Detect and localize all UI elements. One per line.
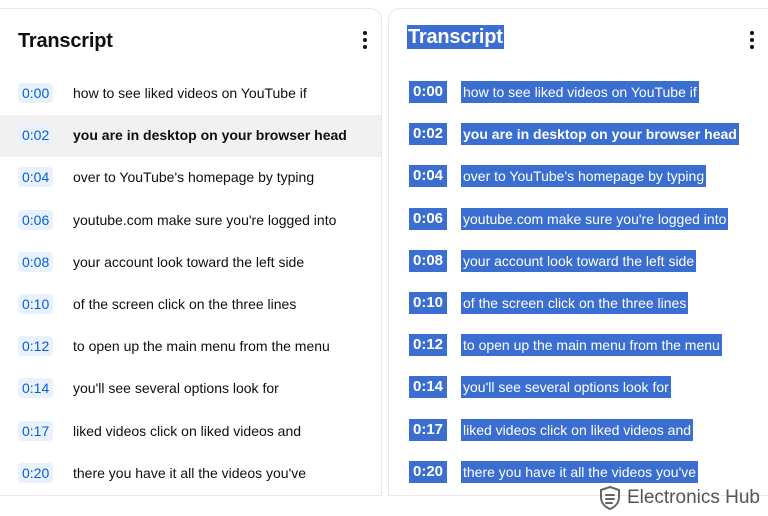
transcript-segment-list: 0:00 how to see liked videos on YouTube … — [389, 73, 768, 495]
segment-timestamp[interactable]: 0:04 — [18, 167, 54, 188]
segment-timestamp[interactable]: 0:10 — [18, 293, 54, 314]
segment-text: to open up the main menu from the menu — [73, 338, 330, 355]
transcript-segment[interactable]: 0:17 liked videos click on liked videos … — [0, 411, 381, 453]
segment-timestamp[interactable]: 0:08 — [18, 251, 54, 272]
segment-timestamp[interactable]: 0:12 — [18, 336, 54, 357]
transcript-segment-selected[interactable]: 0:02 you are in desktop on your browser … — [389, 115, 768, 157]
segment-timestamp[interactable]: 0:08 — [409, 249, 448, 272]
segment-timestamp[interactable]: 0:02 — [409, 123, 448, 146]
transcript-segment-selected[interactable]: 0:00 how to see liked videos on YouTube … — [389, 73, 768, 115]
transcript-segment[interactable]: 0:04 over to YouTube's homepage by typin… — [0, 157, 381, 199]
transcript-segment[interactable]: 0:10 of the screen click on the three li… — [0, 284, 381, 326]
segment-timestamp[interactable]: 0:20 — [409, 460, 448, 483]
segment-timestamp[interactable]: 0:06 — [409, 207, 448, 230]
more-vert-icon[interactable] — [359, 27, 371, 53]
watermark-text: Electronics Hub — [626, 487, 760, 508]
segment-text: over to YouTube's homepage by typing — [73, 169, 315, 186]
segment-text: of the screen click on the three lines — [73, 295, 297, 312]
transcript-title: Transcript — [18, 30, 113, 52]
segment-timestamp[interactable]: 0:00 — [18, 83, 54, 103]
segment-timestamp[interactable]: 0:14 — [409, 376, 448, 399]
segment-text: there you have it all the videos you've — [73, 464, 307, 481]
segment-timestamp[interactable]: 0:17 — [18, 420, 54, 441]
transcript-segment[interactable]: 0:20 there you have it all the videos yo… — [0, 453, 381, 495]
segment-text: there you have it all the videos you've — [461, 460, 699, 483]
segment-text: you'll see several options look for — [461, 376, 671, 399]
segment-timestamp[interactable]: 0:17 — [409, 418, 448, 441]
segment-text: how to see liked videos on YouTube if — [461, 81, 699, 103]
transcript-segment-selected[interactable]: 0:10 of the screen click on the three li… — [389, 284, 768, 326]
segment-timestamp[interactable]: 0:10 — [409, 291, 448, 314]
transcript-segment[interactable]: 0:06 youtube.com make sure you're logged… — [0, 200, 381, 242]
transcript-header: Transcript — [389, 9, 768, 71]
transcript-segment[interactable]: 0:12 to open up the main menu from the m… — [0, 326, 381, 368]
transcript-segment-selected[interactable]: 0:08 your account look toward the left s… — [389, 242, 768, 284]
transcript-panel-selected: Transcript 0:00 how to see liked videos … — [388, 8, 768, 496]
segment-text: you are in desktop on your browser head — [73, 127, 347, 144]
segment-timestamp[interactable]: 0:06 — [18, 209, 54, 230]
transcript-header: Transcript — [0, 9, 381, 71]
segment-text: to open up the main menu from the menu — [461, 334, 722, 357]
segment-timestamp[interactable]: 0:14 — [18, 378, 54, 399]
transcript-segment-selected[interactable]: 0:17 liked videos click on liked videos … — [389, 411, 768, 453]
segment-text: your account look toward the left side — [73, 253, 305, 270]
segment-text: how to see liked videos on YouTube if — [73, 85, 307, 101]
segment-timestamp[interactable]: 0:04 — [409, 165, 448, 188]
more-vert-icon[interactable] — [746, 27, 758, 53]
transcript-segment-active[interactable]: 0:02 you are in desktop on your browser … — [0, 115, 381, 158]
segment-text: youtube.com make sure you're logged into — [461, 207, 729, 230]
segment-text: you are in desktop on your browser head — [461, 123, 739, 146]
segment-text: youtube.com make sure you're logged into — [73, 211, 337, 228]
transcript-segment-list: 0:00 how to see liked videos on YouTube … — [0, 73, 381, 495]
transcript-segment-selected[interactable]: 0:14 you'll see several options look for — [389, 368, 768, 410]
transcript-segment[interactable]: 0:14 you'll see several options look for — [0, 368, 381, 410]
transcript-title-selected: Transcript — [407, 25, 504, 49]
transcript-panel-normal: Transcript 0:00 how to see liked videos … — [0, 8, 382, 496]
electronics-hub-logo-icon — [599, 486, 620, 510]
transcript-segment-selected[interactable]: 0:06 youtube.com make sure you're logged… — [389, 200, 768, 242]
segment-timestamp[interactable]: 0:20 — [18, 462, 54, 483]
transcript-segment[interactable]: 0:08 your account look toward the left s… — [0, 242, 381, 284]
segment-text: your account look toward the left side — [461, 249, 697, 272]
segment-text: liked videos click on liked videos and — [461, 418, 694, 441]
transcript-segment[interactable]: 0:00 how to see liked videos on YouTube … — [0, 73, 381, 115]
segment-timestamp[interactable]: 0:02 — [18, 125, 54, 146]
segment-text: liked videos click on liked videos and — [73, 422, 302, 439]
segment-timestamp[interactable]: 0:12 — [409, 334, 448, 357]
electronics-hub-watermark: Electronics Hub — [599, 484, 760, 512]
segment-text: over to YouTube's homepage by typing — [461, 165, 707, 188]
segment-text: of the screen click on the three lines — [461, 291, 689, 314]
segment-text: you'll see several options look for — [73, 380, 279, 397]
transcript-segment-selected[interactable]: 0:04 over to YouTube's homepage by typin… — [389, 157, 768, 199]
segment-timestamp[interactable]: 0:00 — [409, 81, 448, 103]
transcript-segment-selected[interactable]: 0:12 to open up the main menu from the m… — [389, 326, 768, 368]
